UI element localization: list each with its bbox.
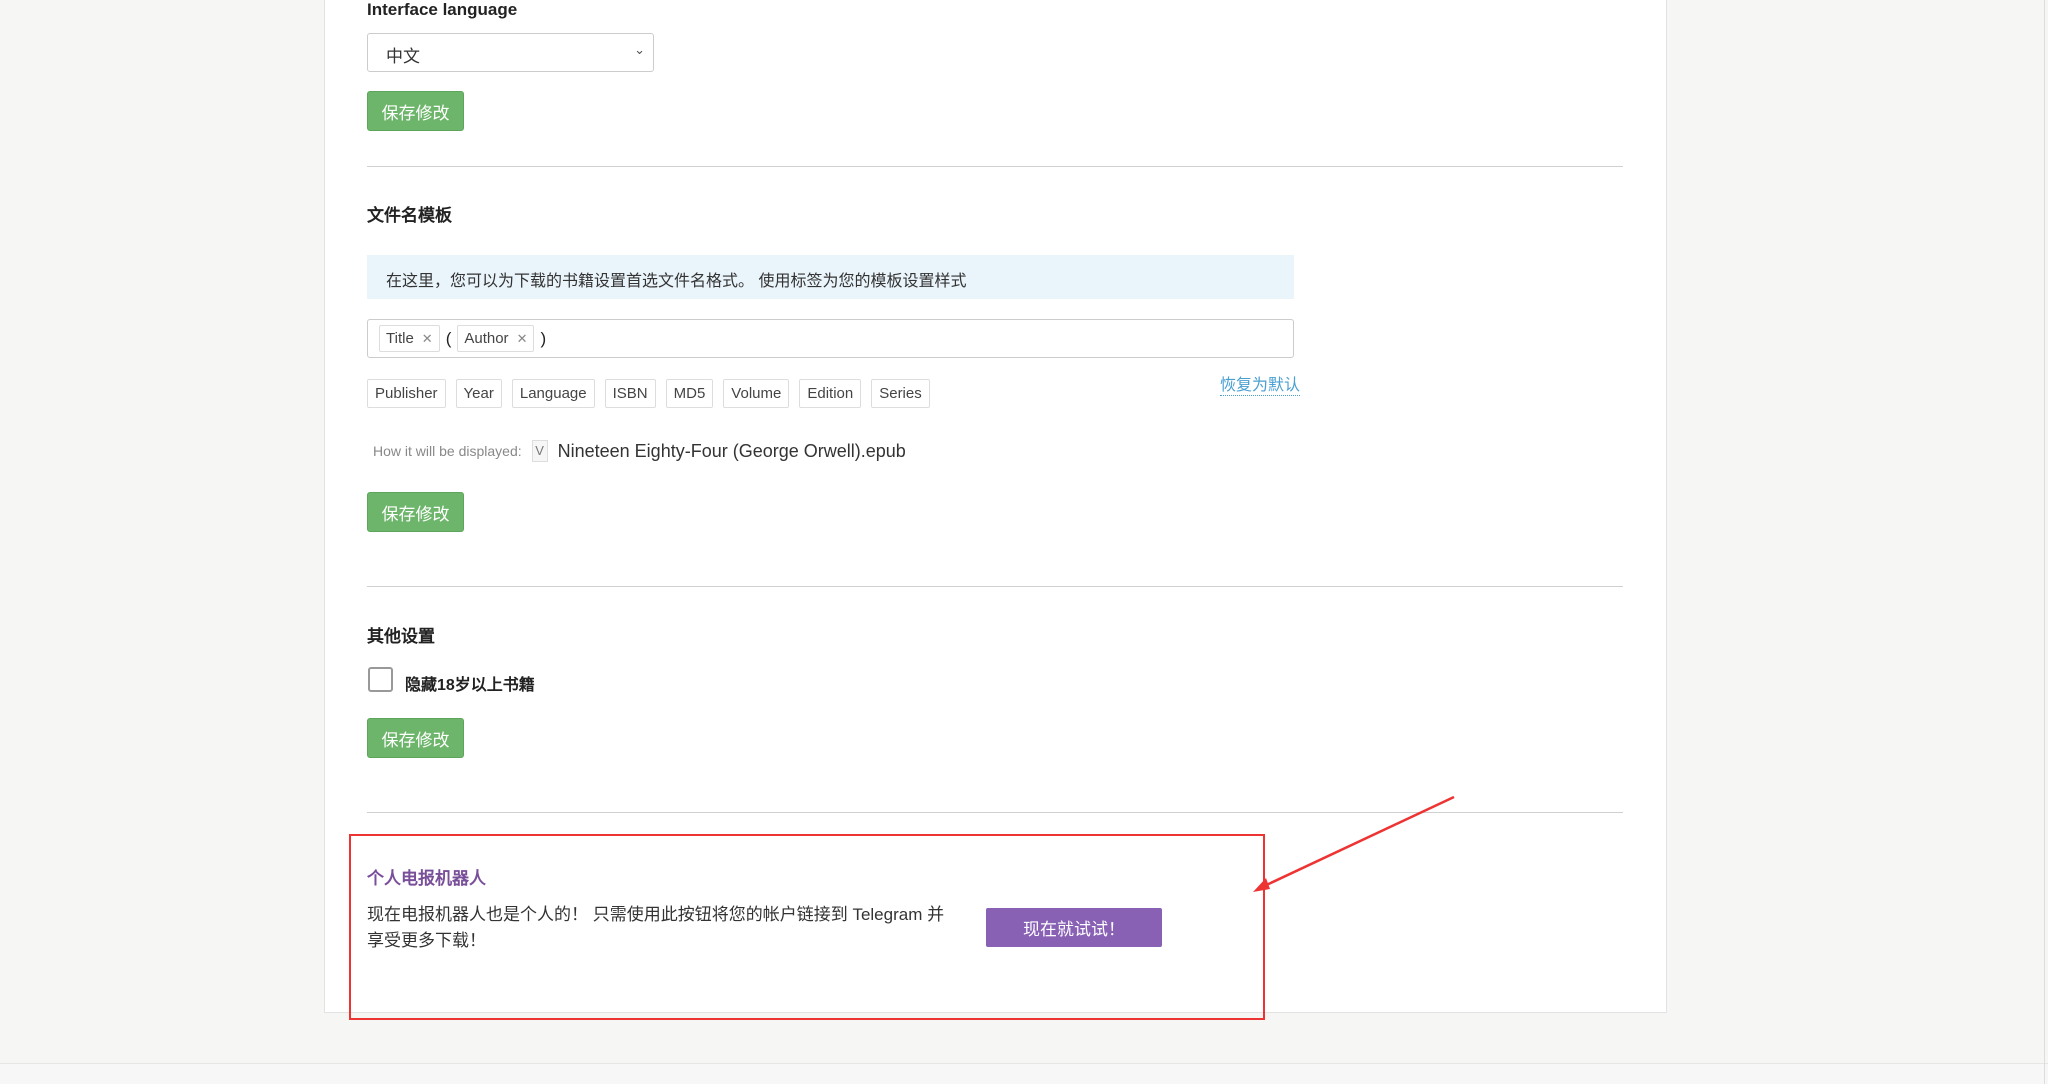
tag-isbn[interactable]: ISBN (604, 379, 656, 408)
hide-adult-label: 隐藏18岁以上书籍 (405, 677, 535, 694)
interface-language-heading: Interface language (367, 0, 518, 19)
file-icon: V (531, 440, 548, 462)
tag-language[interactable]: Language (511, 379, 595, 408)
language-select[interactable]: 中文 ⌄ (367, 33, 654, 72)
token-title: Title ✕ (379, 325, 440, 352)
annotation-arrow (1253, 795, 1455, 892)
tag-volume[interactable]: Volume (723, 379, 790, 408)
telegram-description: 现在电报机器人也是个人的！ 只需使用此按钮将您的帐户链接到 Telegram 并… (367, 905, 945, 950)
preview-row: How it will be displayed: V Nineteen Eig… (373, 440, 906, 462)
chevron-down-icon: ⌄ (634, 42, 645, 57)
telegram-try-button[interactable]: 现在就试试！ (986, 908, 1162, 947)
preview-filename: Nineteen Eighty-Four (George Orwell).epu… (557, 440, 906, 461)
available-tags: Publisher Year Language ISBN MD5 Volume … (367, 379, 930, 408)
hide-adult-checkbox[interactable] (368, 667, 393, 692)
tag-publisher[interactable]: Publisher (367, 379, 446, 408)
token-label: Title (386, 330, 414, 347)
language-select-value: 中文 (386, 47, 420, 66)
token-author: Author ✕ (457, 325, 535, 352)
save-language-button[interactable]: 保存修改 (367, 91, 464, 131)
filename-info-box: 在这里，您可以为下载的书籍设置首选文件名格式。 使用标签为您的模板设置样式 (367, 255, 1294, 299)
other-settings-heading: 其他设置 (367, 627, 435, 646)
remove-icon[interactable]: ✕ (517, 331, 528, 347)
tag-series[interactable]: Series (871, 379, 930, 408)
preview-label: How it will be displayed: (373, 443, 522, 459)
token-label: Author (464, 330, 509, 347)
scrollbar-edge (2044, 0, 2045, 1084)
reset-default-link[interactable]: 恢复为默认 (1220, 371, 1301, 396)
filename-template-heading: 文件名模板 (367, 206, 452, 225)
filename-template-input[interactable]: Title ✕ ( Author ✕ ) (367, 319, 1294, 358)
tag-md5[interactable]: MD5 (665, 379, 714, 408)
token-paren-open: ( (445, 328, 452, 348)
tag-edition[interactable]: Edition (799, 379, 862, 408)
footer (0, 1063, 2048, 1084)
divider (367, 586, 1623, 587)
tag-year[interactable]: Year (455, 379, 502, 408)
telegram-title: 个人电报机器人 (367, 869, 486, 888)
save-filename-button[interactable]: 保存修改 (367, 492, 464, 532)
save-other-button[interactable]: 保存修改 (367, 718, 464, 758)
divider (367, 166, 1623, 167)
remove-icon[interactable]: ✕ (422, 331, 433, 347)
token-paren-close: ) (540, 328, 547, 348)
